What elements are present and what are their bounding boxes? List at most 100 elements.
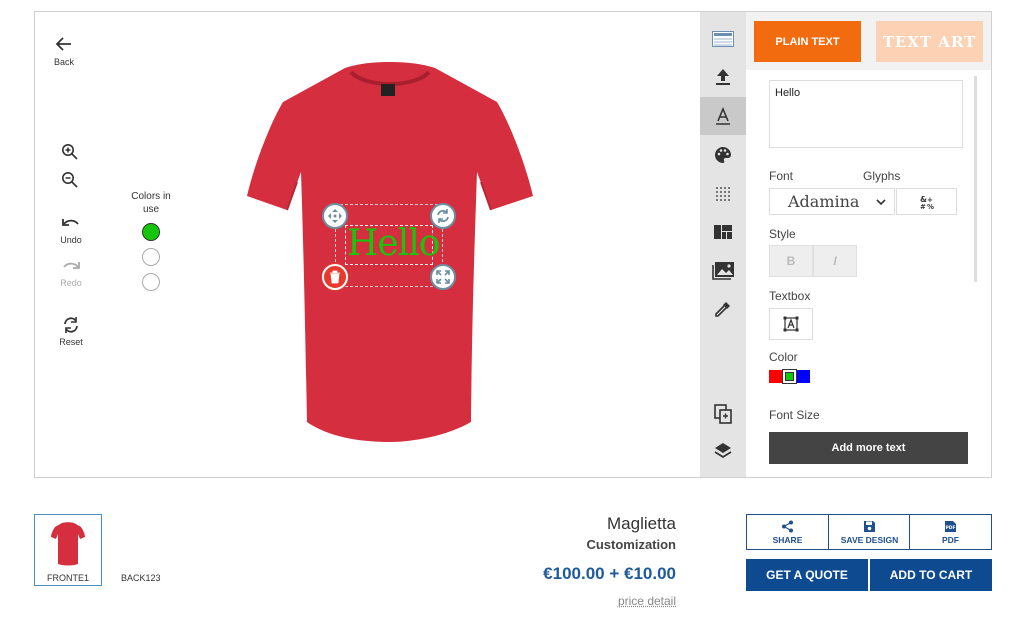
move-icon (328, 209, 342, 223)
plain-text-button[interactable]: PLAIN TEXT (754, 21, 861, 62)
resize-handle[interactable] (430, 264, 456, 290)
trash-icon (330, 270, 340, 284)
sidebar-item-upload[interactable] (700, 58, 746, 96)
product-name: Maglietta (607, 514, 676, 533)
upload-icon (716, 69, 730, 85)
undo-icon (62, 219, 79, 226)
templates-icon (712, 31, 734, 47)
layout-icon (714, 225, 732, 239)
sidebar-item-layers[interactable] (700, 432, 746, 470)
color-label: Color (769, 350, 798, 364)
textbox-label: Textbox (769, 289, 811, 303)
zoom-in-icon (62, 144, 78, 160)
reset-label: Reset (59, 337, 83, 347)
colors-in-use: Colors in use (131, 190, 171, 291)
color-chip-red[interactable] (769, 370, 782, 383)
sidebar-item-duplicate[interactable] (700, 395, 746, 433)
product-price: €100.00 + €10.00 (543, 564, 676, 583)
designer-editor: Back Undo Redo Reset Colors in use Hello… (34, 11, 992, 478)
text-mode-bar: PLAIN TEXT TEXT ART (746, 12, 991, 70)
reset-icon (64, 317, 78, 333)
chevron-down-icon (876, 199, 886, 206)
pdf-icon: PDF (945, 520, 956, 532)
design-canvas: Back Undo Redo Reset Colors in use Hello (35, 12, 700, 477)
images-icon (712, 262, 734, 280)
color-swatch-empty[interactable] (142, 273, 160, 291)
italic-button[interactable]: I (813, 245, 857, 277)
move-handle[interactable] (322, 203, 348, 229)
back-label: Back (53, 57, 74, 67)
text-icon (716, 107, 730, 125)
textbox-button[interactable] (769, 308, 813, 340)
colors-in-use-label: Colors in use (131, 191, 171, 215)
panel-scrollbar[interactable] (974, 76, 977, 282)
text-input[interactable]: Hello (769, 80, 963, 148)
reset-button[interactable]: Reset (57, 316, 85, 347)
sidebar-item-colors[interactable] (700, 136, 746, 174)
color-swatch-green[interactable] (142, 223, 160, 241)
color-swatch-empty[interactable] (142, 248, 160, 266)
font-select[interactable]: Adamina (769, 188, 895, 215)
sidebar-item-layout[interactable] (700, 213, 746, 251)
share-label: SHARE (772, 534, 803, 545)
color-chip-blue[interactable] (797, 370, 810, 383)
add-to-cart-button[interactable]: ADD TO CART (870, 559, 992, 591)
font-select-value: Adamina (788, 192, 860, 211)
product-subtitle: Customization (586, 537, 676, 552)
redo-label: Redo (60, 278, 82, 288)
zoom-in-button[interactable] (61, 143, 79, 161)
svg-text:%: % (927, 203, 934, 210)
sidebar-item-eyedropper[interactable] (700, 290, 746, 328)
textbox-icon (783, 316, 799, 332)
glyphs-label: Glyphs (863, 169, 901, 183)
text-art-button[interactable]: TEXT ART (876, 21, 983, 62)
sidebar-item-pattern[interactable] (700, 175, 746, 213)
delete-handle[interactable] (322, 264, 348, 290)
share-button[interactable]: SHARE (746, 514, 829, 550)
arrow-left-icon (55, 37, 71, 51)
design-text-element[interactable]: Hello (347, 222, 440, 266)
duplicate-icon (714, 404, 732, 424)
view-thumb-back[interactable]: BACK123 (121, 573, 161, 583)
bold-button[interactable]: B (769, 245, 813, 277)
eyedropper-icon (715, 302, 730, 317)
add-more-text-button[interactable]: Add more text (769, 432, 968, 464)
expand-icon (436, 270, 450, 284)
glyphs-button[interactable]: & + #% (896, 188, 957, 215)
pdf-button[interactable]: PDF PDF (909, 514, 992, 550)
glyphs-icon: & +#% (920, 195, 934, 210)
share-icon (782, 520, 793, 532)
layers-icon (714, 443, 732, 459)
undo-button[interactable]: Undo (57, 216, 85, 245)
save-design-button[interactable]: SAVE DESIGN (828, 514, 911, 550)
palette-icon (715, 147, 731, 163)
save-icon (864, 520, 875, 532)
rotate-icon (437, 209, 449, 223)
redo-icon (63, 262, 80, 269)
font-size-label: Font Size (769, 408, 820, 422)
undo-label: Undo (60, 235, 82, 245)
tool-sidebar (700, 12, 746, 477)
get-quote-button[interactable]: GET A QUOTE (746, 559, 868, 591)
save-design-label: SAVE DESIGN (840, 534, 899, 545)
color-chip-green[interactable] (783, 370, 796, 383)
redo-button[interactable]: Redo (57, 259, 85, 288)
pdf-label: PDF (942, 534, 959, 545)
price-detail-link[interactable]: price detail (618, 594, 676, 608)
dots-pattern-icon (716, 187, 730, 201)
rotate-handle[interactable] (430, 203, 456, 229)
front-view-thumbnail (51, 522, 85, 566)
font-label: Font (769, 169, 794, 183)
back-button[interactable]: Back (49, 34, 79, 67)
text-panel: PLAIN TEXT TEXT ART Hello Font Glyphs Ad… (746, 12, 991, 477)
front-view-label: FRONTE1 (46, 573, 89, 583)
sidebar-item-images[interactable] (700, 252, 746, 290)
sidebar-item-templates[interactable] (700, 20, 746, 58)
view-thumb-front[interactable]: FRONTE1 (34, 514, 102, 586)
zoom-out-button[interactable] (61, 171, 79, 189)
svg-text:#: # (920, 203, 926, 210)
style-label: Style (769, 227, 796, 241)
svg-text:PDF: PDF (946, 525, 956, 531)
sidebar-item-text[interactable] (700, 97, 746, 135)
zoom-out-icon (62, 172, 78, 188)
